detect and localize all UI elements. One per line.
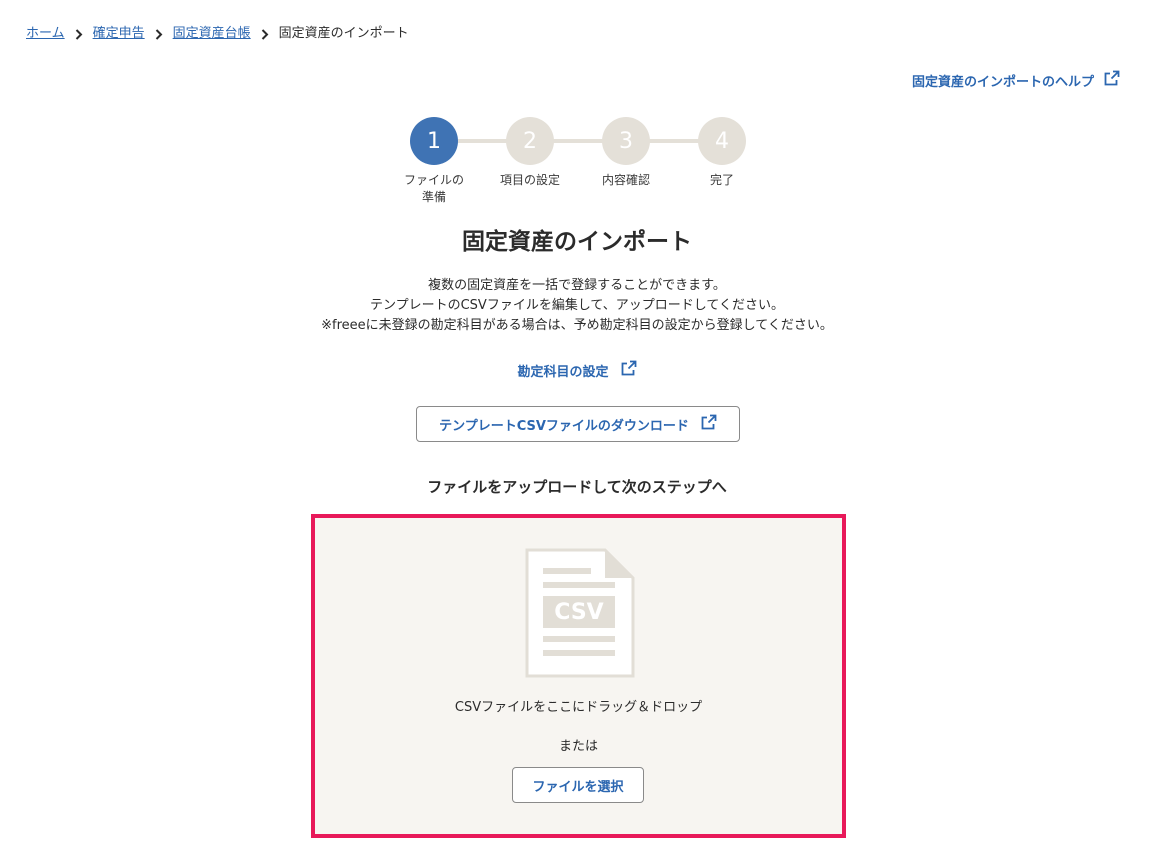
csv-dropzone[interactable]: CSV CSVファイルをここにドラッグ＆ドロップ または ファイルを選択	[311, 514, 846, 838]
or-separator: または	[558, 739, 598, 754]
external-link-icon	[1104, 70, 1120, 90]
upload-heading: ファイルをアップロードして次のステップへ	[427, 478, 727, 496]
step-2: 2 項目の設定	[482, 117, 578, 189]
import-stepper: 1 ファイルの 準備 2 項目の設定 3 内容確認 4 完了	[0, 117, 1154, 212]
breadcrumb-link-tax-return[interactable]: 確定申告	[93, 25, 145, 43]
account-settings-link[interactable]: 勘定科目の設定	[0, 360, 1154, 380]
step-circle: 3	[602, 117, 650, 165]
external-link-icon	[621, 360, 637, 380]
step-label: 完了	[709, 173, 734, 187]
account-settings-link-label: 勘定科目の設定	[517, 364, 609, 380]
chevron-right-icon	[259, 25, 271, 43]
download-template-csv-button[interactable]: テンプレートCSVファイルのダウンロード	[416, 406, 740, 442]
chevron-right-icon	[153, 25, 165, 43]
drop-instruction: CSVファイルをここにドラッグ＆ドロップ	[454, 700, 703, 715]
description-line: ※freeeに未登録の勘定科目がある場合は、予め勘定科目の設定から登録してくださ…	[321, 318, 833, 333]
step-circle: 1	[410, 117, 458, 165]
step-label: 項目の設定	[499, 173, 560, 187]
page: ホーム 確定申告 固定資産台帳 固定資産のインポート 固定資産のインポートのヘル…	[0, 0, 1154, 862]
description: 複数の固定資産を一括で登録することができます。 テンプレートのCSVファイルを編…	[0, 276, 1154, 336]
help-link-label: 固定資産のインポートのヘルプ	[911, 74, 1094, 90]
csv-file-icon: CSV	[525, 548, 635, 682]
description-line: テンプレートのCSVファイルを編集して、アップロードしてください。	[369, 298, 784, 313]
step-3: 3 内容確認	[578, 117, 674, 189]
step-label: 内容確認	[601, 173, 650, 187]
breadcrumb: ホーム 確定申告 固定資産台帳 固定資産のインポート	[26, 25, 409, 43]
step-circle: 2	[506, 117, 554, 165]
external-link-icon	[701, 414, 717, 434]
step-1: 1 ファイルの 準備	[386, 117, 482, 206]
csv-icon-label: CSV	[554, 600, 604, 625]
select-file-button[interactable]: ファイルを選択	[512, 767, 644, 803]
breadcrumb-current: 固定資産のインポート	[278, 26, 409, 41]
step-circle: 4	[698, 117, 746, 165]
download-button-label: テンプレートCSVファイルのダウンロード	[439, 418, 689, 434]
breadcrumb-link-home[interactable]: ホーム	[26, 25, 65, 43]
chevron-right-icon	[73, 25, 85, 43]
step-4: 4 完了	[674, 117, 770, 189]
page-title: 固定資産のインポート	[462, 229, 692, 255]
step-label: ファイルの 準備	[403, 173, 464, 204]
description-line: 複数の固定資産を一括で登録することができます。	[428, 278, 726, 293]
breadcrumb-link-fixed-asset-ledger[interactable]: 固定資産台帳	[173, 25, 251, 43]
import-help-link[interactable]: 固定資産のインポートのヘルプ	[912, 70, 1120, 90]
